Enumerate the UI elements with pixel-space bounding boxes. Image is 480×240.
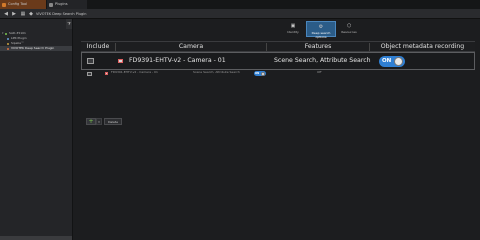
plugin-icon: ◆ [29,11,33,17]
resources-icon: ⬡ [346,23,352,29]
toggle-knob [261,71,265,76]
tab-identity-label: Identity [287,30,299,34]
include-checkbox[interactable] [87,72,92,76]
tab-plugins-label: Plugins [55,2,68,6]
identity-icon: ▣ [290,23,296,29]
camera-icon [105,72,108,75]
toolbar: ◀ ▶ ▦ ◆ VIVOTEK Deep Search Plugin [0,9,480,19]
add-button[interactable]: + [86,118,96,125]
include-checkbox[interactable] [87,58,94,64]
toggle-on-label: ON [255,72,260,75]
tab-deep-search-options[interactable]: ⚙ Deep search options [306,21,336,39]
camera-name: FD9391-EHTV-v2 - Camera - 01 [111,70,158,74]
toggle-on-label: ON [382,58,392,64]
col-camera-header: Camera [178,43,204,50]
table-row-ghost: FD9391-EHTV-v2 - Camera - 01 Scene Searc… [81,70,475,80]
add-dropdown-button[interactable]: ▾ [96,118,102,125]
tab-config-tool[interactable]: Config Tool [0,0,46,9]
col-recording-header: Object metadata recording [380,43,465,50]
table-header: Include Camera Features Object metadata … [81,41,475,52]
camera-icon [118,59,123,63]
tree-item-vivotek[interactable]: VIVOTEK Deep Search Plugin [0,46,72,51]
filter-icon: ⧩ [67,21,71,26]
col-include-header: Include [86,43,110,50]
camera-name: FD9391-EHTV-v2 - Camera - 01 [129,57,226,64]
grid-icon[interactable]: ▦ [20,11,26,17]
deep-search-options-icon: ⚙ [318,24,324,30]
recording-toggle[interactable]: ON [254,71,266,76]
forward-icon[interactable]: ▶ [11,11,17,17]
toolbar-title: VIVOTEK Deep Search Plugin [36,12,87,16]
plus-icon: + [88,118,94,125]
features-value: Scene Search, Attribute Search [193,70,240,74]
tab-config-tool-label: Config Tool [8,2,28,6]
plugins-icon [49,2,53,7]
tab-identity[interactable]: ▣ Identity [281,21,305,37]
config-tool-icon [2,2,6,7]
plugin-icon [7,42,9,45]
table-row[interactable]: FD9391-EHTV-v2 - Camera - 01 Scene Searc… [81,52,475,70]
entity-tree-panel: ▾ SAD-35101 LPR Plugin Sipelia™ VIVOTEK … [0,19,73,240]
plugin-icon [7,37,9,40]
recording-toggle[interactable]: ON [379,56,405,67]
features-value: Scene Search, Attribute Search [274,57,371,64]
main-panel: ▣ Identity ⚙ Deep search options ⬡ Resou… [73,19,480,240]
filter-button[interactable]: ⧩ [66,19,72,29]
tab-resources[interactable]: ⬡ Resources [337,21,361,37]
tree-item-label: VIVOTEK Deep Search Plugin [11,46,55,50]
plugin-icon [7,47,9,50]
delete-button[interactable]: Delete [104,118,122,125]
tree-panel-footer [0,236,72,240]
tab-resources-label: Resources [341,30,357,34]
app-tab-bar: Config Tool Plugins [0,0,480,9]
toggle-knob [394,57,403,66]
col-features-header: Features [304,43,332,50]
tab-plugins[interactable]: Plugins [47,0,87,9]
server-icon [5,32,7,35]
back-icon[interactable]: ◀ [3,11,9,17]
recording-off-label: Off [317,70,322,74]
tab-deep-search-options-label: Deep search options [311,31,331,39]
chevron-down-icon: ▾ [98,120,100,124]
